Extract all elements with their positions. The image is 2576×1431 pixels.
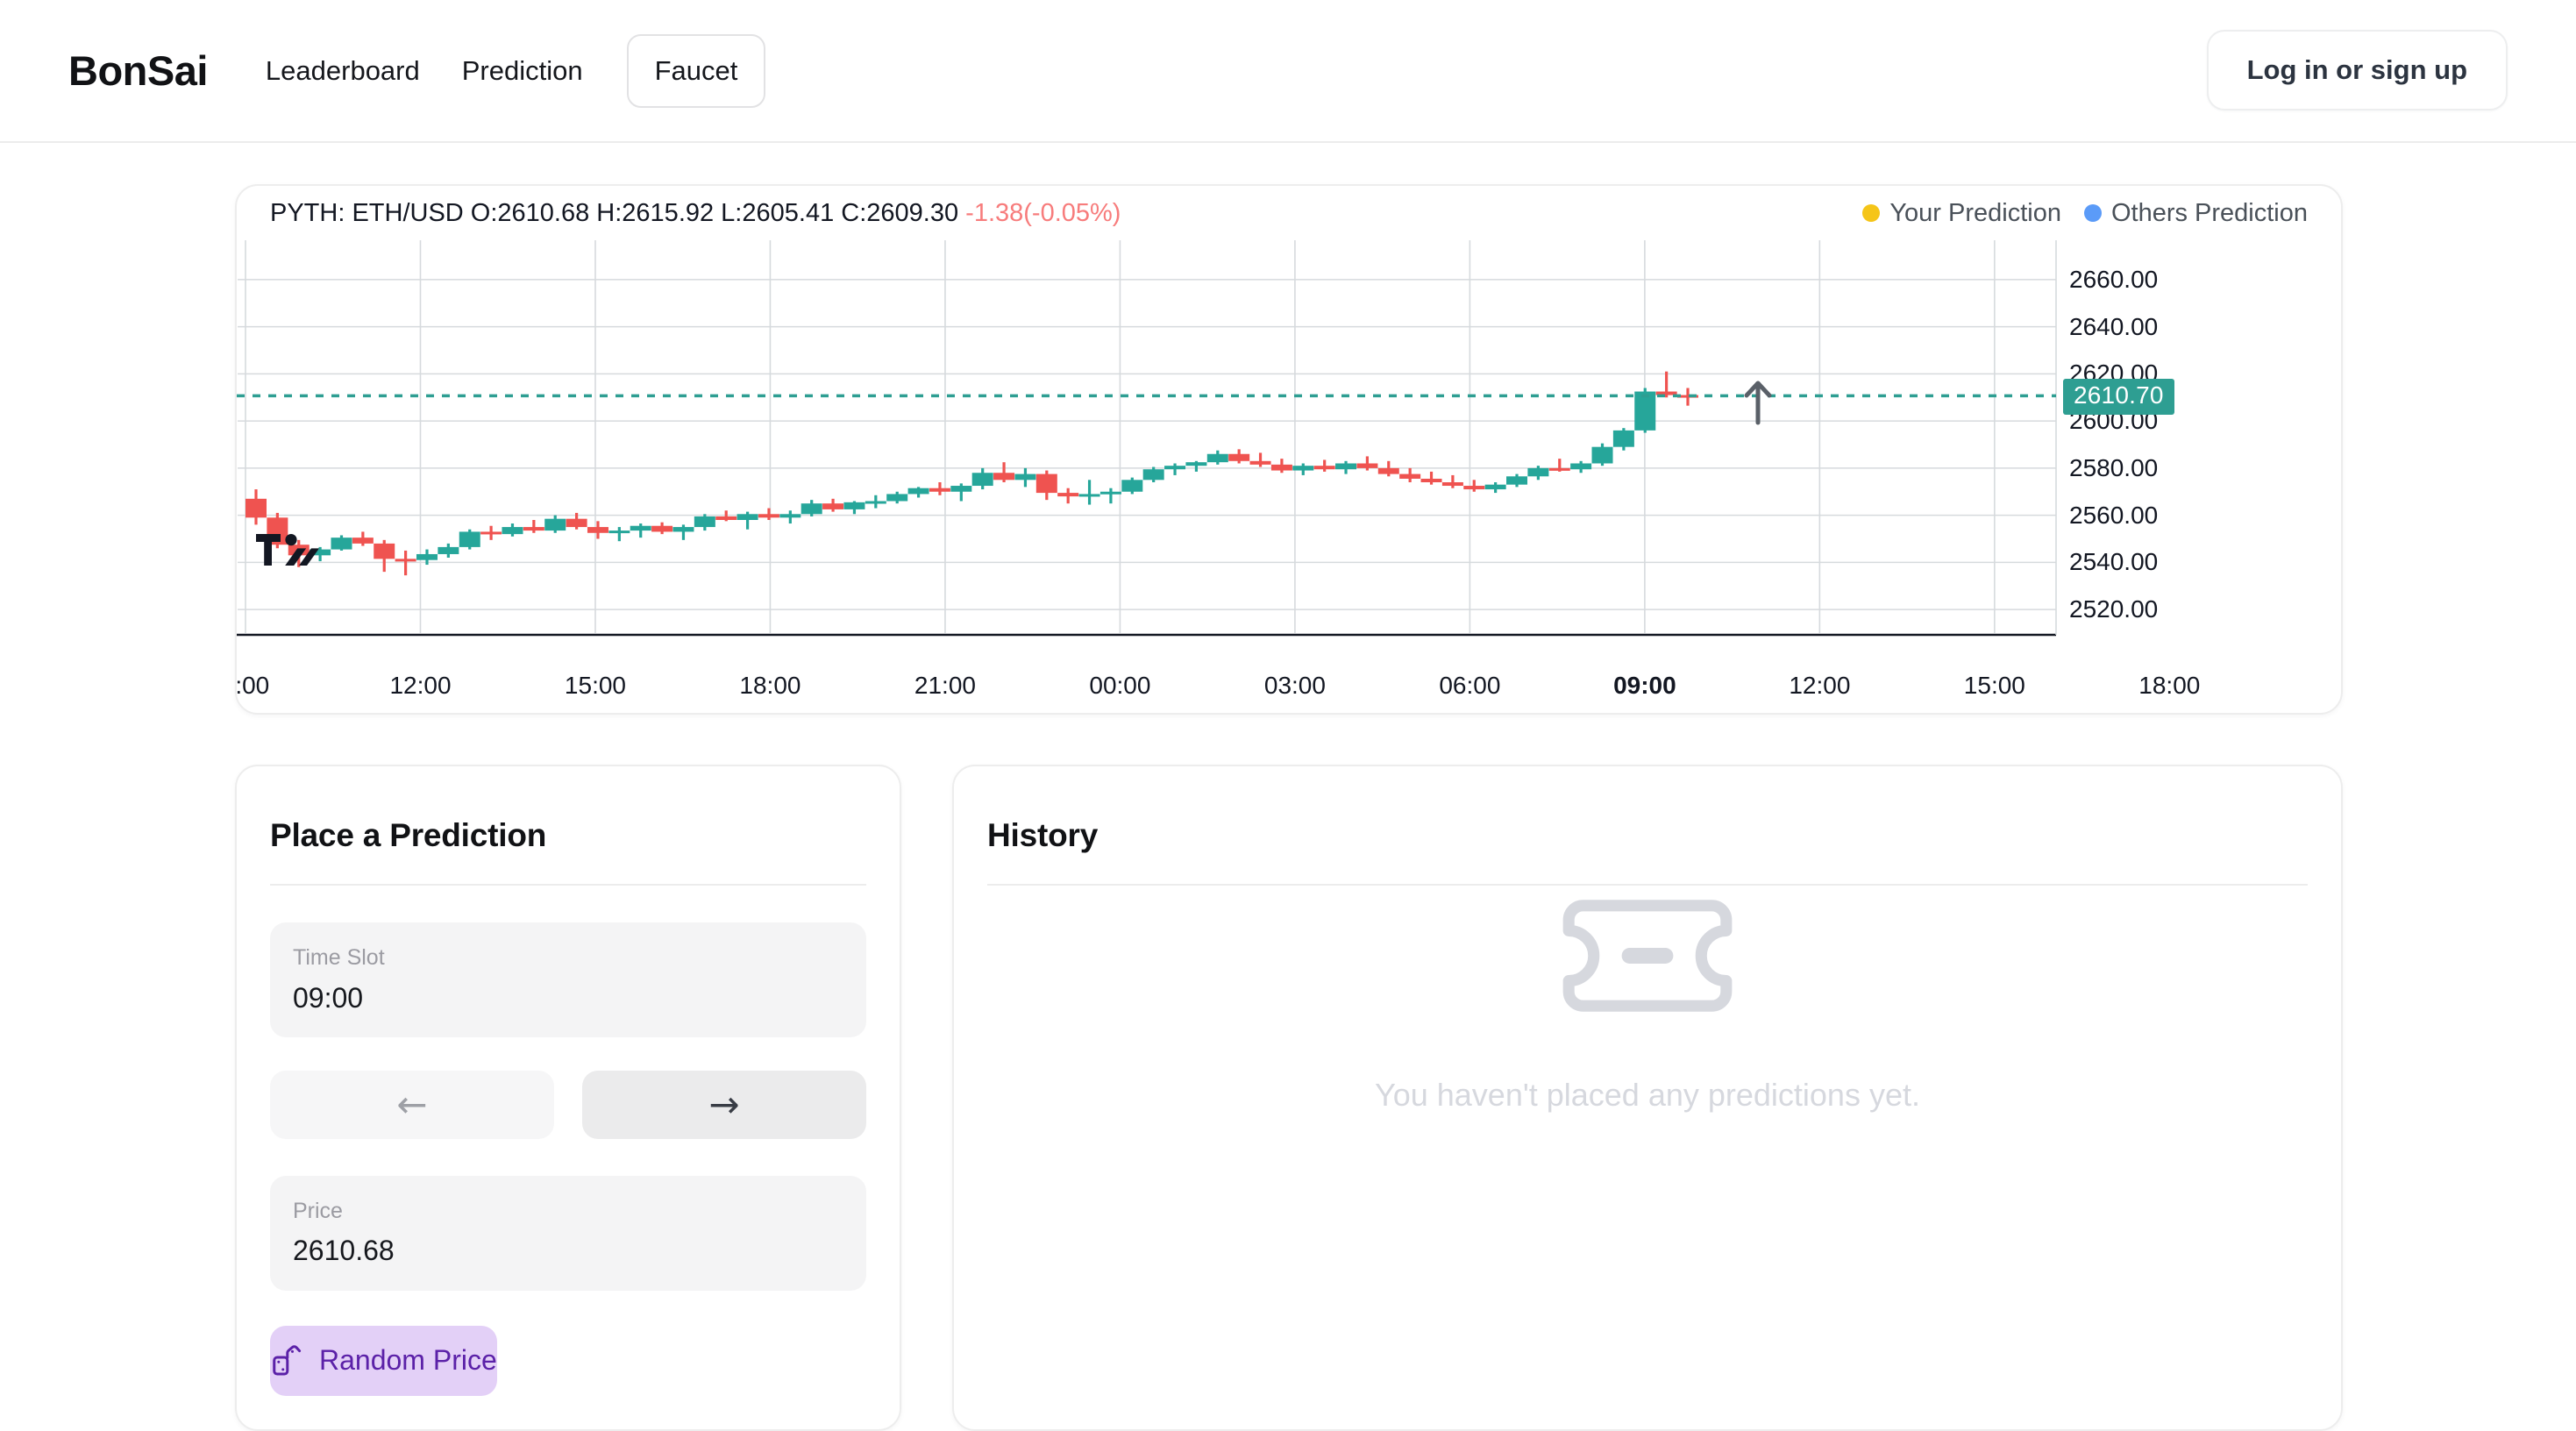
nav-leaderboard[interactable]: Leaderboard [245, 55, 441, 87]
price-value: 2610.68 [293, 1235, 395, 1267]
divider [270, 884, 866, 886]
ohlc-change: -1.38(-0.05%) [965, 198, 1121, 227]
legend-others-prediction[interactable]: Others Prediction [2083, 198, 2308, 228]
top-navigation-bar: BonSai Leaderboard Prediction Faucet Log… [0, 0, 2576, 143]
x-axis-tick-label: 00:00 [1089, 672, 1151, 699]
x-axis-tick-label: 03:00 [1263, 672, 1326, 699]
chart-legend-bar: PYTH: ETH/USD O:2610.68 H:2615.92 L:2605… [237, 186, 2341, 240]
random-price-label: Random Price [319, 1344, 497, 1377]
time-slot-label: Time Slot [293, 945, 385, 970]
legend-your-prediction[interactable]: Your Prediction [1862, 199, 2061, 228]
y-axis-tick-label: 2560.00 [2069, 501, 2159, 529]
y-axis-tick-label: 2520.00 [2069, 595, 2159, 623]
arrow-right-icon: → [708, 1082, 740, 1126]
price-chart-card: PYTH: ETH/USD O:2610.68 H:2615.92 L:2605… [235, 184, 2343, 715]
dice-icon [273, 1345, 302, 1376]
x-axis-tick-label: 15:00 [1963, 672, 2025, 699]
x-axis-tick-label: 09:00 [1613, 672, 1676, 699]
nav-links: Leaderboard Prediction Faucet [245, 33, 766, 108]
history-empty-state: You haven't placed any predictions yet. [954, 898, 2341, 1114]
x-axis-tick-label: 06:00 [1439, 672, 1501, 699]
blue-dot-icon [2083, 204, 2102, 222]
y-axis-tick-label: 2540.00 [2069, 548, 2159, 576]
x-axis-tick-label: 15:00 [564, 672, 627, 699]
x-axis-tick-label: 18:00 [739, 672, 801, 699]
time-slot-field[interactable]: Time Slot 09:00 [270, 922, 866, 1037]
login-signup-button[interactable]: Log in or sign up [2206, 30, 2508, 110]
chart-series-legend: Your Prediction Others Prediction [1862, 199, 2308, 228]
history-panel: History You haven't placed any predictio… [952, 765, 2343, 1431]
legend-others-prediction-label: Others Prediction [2110, 198, 2308, 227]
next-time-slot-button[interactable]: → [582, 1070, 866, 1139]
price-field[interactable]: Price 2610.68 [270, 1175, 866, 1291]
divider [987, 884, 2308, 886]
tradingview-logo-icon[interactable] [256, 534, 319, 573]
place-prediction-title: Place a Prediction [270, 817, 547, 853]
x-axis-tick-label: 9:00 [235, 672, 270, 699]
y-axis-tick-label: 2660.00 [2069, 265, 2159, 293]
time-slot-stepper: ← → [270, 1070, 866, 1139]
nav-faucet[interactable]: Faucet [626, 33, 766, 108]
nav-prediction[interactable]: Prediction [441, 55, 604, 87]
candlestick-plot-area[interactable]: 2660.00 2640.00 2620.00 2600.00 2580.00 2560.… [235, 240, 2341, 713]
chart-ohlc-readout: PYTH: ETH/USD O:2610.68 H:2615.92 L:2605… [270, 199, 1121, 228]
prev-time-slot-button[interactable]: ← [270, 1070, 554, 1139]
price-label: Price [293, 1198, 343, 1223]
place-prediction-panel: Place a Prediction Time Slot 09:00 ← → P… [235, 765, 901, 1431]
x-axis-tick-label: 18:00 [2138, 672, 2201, 699]
y-axis-tick-label: 2640.00 [2069, 312, 2159, 340]
candlestick-svg [237, 240, 2057, 637]
history-empty-message: You haven't placed any predictions yet. [1375, 1077, 1920, 1113]
y-axis-tick-label: 2580.00 [2069, 453, 2159, 481]
ohlc-text: PYTH: ETH/USD O:2610.68 H:2615.92 L:2605… [270, 198, 959, 227]
legend-your-prediction-label: Your Prediction [1889, 198, 2061, 227]
arrow-left-icon: ← [396, 1082, 428, 1126]
x-axis-tick-label: 12:00 [1789, 672, 1851, 699]
ticket-icon [1562, 900, 1733, 1012]
x-axis-tick-label: 21:00 [914, 672, 976, 699]
time-slot-value: 09:00 [293, 981, 364, 1014]
yellow-dot-icon [1862, 204, 1881, 222]
brand-logo[interactable]: BonSai [68, 46, 208, 95]
random-price-button[interactable]: Random Price [270, 1325, 497, 1396]
history-title: History [987, 817, 1099, 853]
current-price-badge: 2610.70 [2063, 379, 2174, 415]
x-axis-tick-label: 12:00 [389, 672, 452, 699]
